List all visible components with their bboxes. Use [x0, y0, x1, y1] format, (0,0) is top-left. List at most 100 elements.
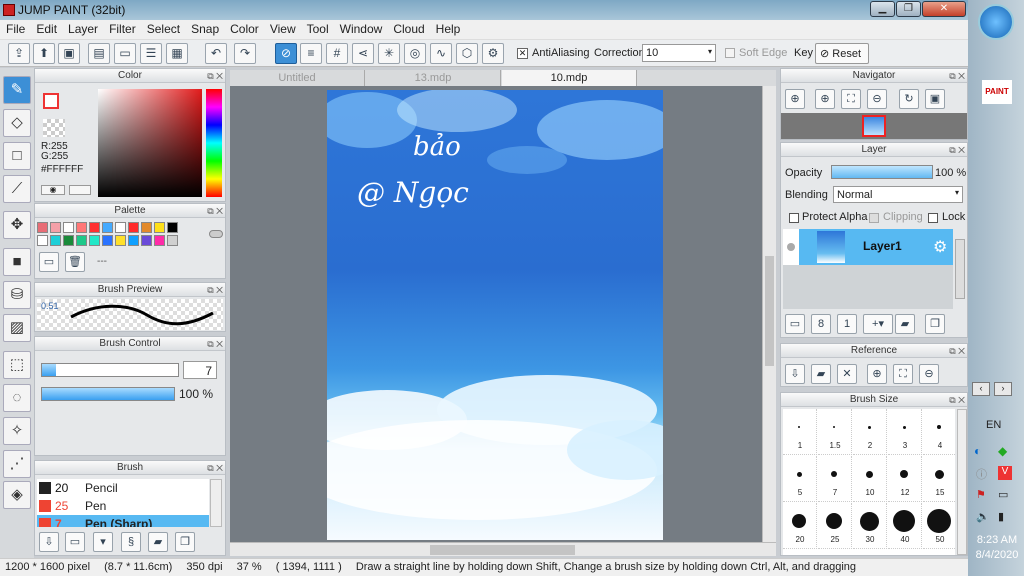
menu-help[interactable]: Help — [430, 20, 466, 36]
select-eraser-icon[interactable]: ◈ — [3, 481, 31, 509]
close-icon[interactable]: ⧉ ✕ — [207, 462, 223, 475]
drawing-canvas[interactable]: bảo @ Ngọc — [327, 90, 663, 540]
document-icon[interactable]: ▭ — [114, 43, 136, 64]
palette-scroll[interactable] — [209, 230, 223, 238]
close-icon[interactable]: ⧉ ✕ — [949, 394, 965, 407]
brush-size-scrollbar[interactable] — [957, 409, 967, 555]
brush-item[interactable]: 25 Pen — [37, 497, 209, 515]
menu-select[interactable]: Select — [141, 20, 185, 36]
brush-size-cell[interactable]: 20 — [783, 503, 817, 549]
palette-swatch[interactable] — [63, 222, 74, 233]
close-icon[interactable]: ⧉ ✕ — [207, 70, 223, 83]
new-1bit-layer-icon[interactable]: 1 — [837, 314, 857, 334]
brush-size-cell[interactable]: 1.5 — [818, 409, 852, 455]
menu-window[interactable]: Window — [334, 20, 388, 36]
saturation-picker[interactable] — [98, 89, 202, 197]
menu-filter[interactable]: Filter — [103, 20, 141, 36]
swap-color-button[interactable] — [69, 185, 91, 195]
close-ref-icon[interactable]: ✕ — [837, 364, 857, 384]
lasso-select-icon[interactable]: ◌ — [3, 384, 31, 412]
start-button[interactable] — [978, 4, 1014, 40]
gear-icon[interactable]: ⚙ — [933, 237, 947, 257]
menu-layer[interactable]: Layer — [62, 20, 103, 36]
flip-icon[interactable]: ▣ — [925, 89, 945, 109]
palette-swatch[interactable] — [89, 235, 100, 246]
palette-swatch[interactable] — [37, 235, 48, 246]
vanish-snap-icon[interactable]: ⋖ — [352, 43, 374, 64]
curve-snap-icon[interactable]: ∿ — [430, 43, 452, 64]
palette-swatch[interactable] — [128, 222, 139, 233]
tray-flag-icon[interactable]: ⚑ — [976, 488, 986, 501]
gradient-tool-icon[interactable]: ▨ — [3, 314, 31, 342]
brush-size-input[interactable]: 7 — [183, 361, 217, 379]
rectangle-tool-icon[interactable]: □ — [3, 142, 31, 170]
clock-time[interactable]: 8:23 AM — [972, 534, 1022, 546]
foreground-color-swatch[interactable] — [43, 93, 59, 109]
reset-button[interactable]: ⊘ Reset — [815, 43, 869, 64]
magic-wand-icon[interactable]: ✧ — [3, 417, 31, 445]
blending-select[interactable]: Normal ▾ — [833, 186, 963, 203]
brush-size-cell[interactable]: 1 — [783, 409, 817, 455]
trash-icon[interactable]: 🗑 — [65, 252, 85, 272]
menu-snap[interactable]: Snap — [185, 20, 224, 36]
brush-size-cell[interactable]: 12 — [888, 456, 922, 502]
ellipse-snap-icon[interactable]: ⬡ — [456, 43, 478, 64]
rect-select-icon[interactable]: ⬚ — [3, 351, 31, 379]
brush-size-cell[interactable]: 5 — [783, 456, 817, 502]
tray-power-icon[interactable]: ▮ — [998, 510, 1004, 523]
palette-swatch[interactable] — [102, 235, 113, 246]
palette-swatch[interactable] — [102, 222, 113, 233]
grid-icon[interactable]: ▦ — [166, 43, 188, 64]
palette-swatch[interactable] — [50, 235, 61, 246]
eye-icon[interactable]: ◉ — [41, 185, 65, 195]
brush-tool-icon[interactable]: ✎ — [3, 76, 31, 104]
clock-date[interactable]: 8/4/2020 — [972, 549, 1022, 561]
undo-icon[interactable]: ↶ — [205, 43, 227, 64]
palette-swatch[interactable] — [115, 235, 126, 246]
line-tool-icon[interactable]: ⟋ — [3, 175, 31, 203]
tab-10[interactable]: 10.mdp — [502, 70, 637, 86]
circle-snap-icon[interactable]: ◎ — [404, 43, 426, 64]
brush-settings-icon[interactable]: § — [121, 532, 141, 552]
tab-13[interactable]: 13.mdp — [366, 70, 501, 86]
select-pen-icon[interactable]: ⋰ — [3, 450, 31, 478]
fill-rect-tool-icon[interactable]: ■ — [3, 248, 31, 276]
parallel-snap-icon[interactable]: ≡ — [300, 43, 322, 64]
maximize-button[interactable]: ❐ — [896, 1, 921, 17]
brush-size-cell[interactable]: 15 — [923, 456, 955, 502]
duplicate-layer-icon[interactable]: ❐ — [925, 314, 945, 334]
jump-paint-task-icon[interactable]: PAINT — [982, 80, 1012, 104]
brush-opacity-slider[interactable] — [41, 387, 175, 401]
brush-menu-icon[interactable]: ▾ — [93, 532, 113, 552]
navigator-preview[interactable] — [781, 113, 967, 139]
move-tool-icon[interactable]: ✥ — [3, 211, 31, 239]
menu-edit[interactable]: Edit — [30, 20, 62, 36]
brush-size-slider[interactable] — [41, 363, 179, 377]
comment-icon[interactable]: ▤ — [88, 43, 110, 64]
palette-swatch[interactable] — [141, 235, 152, 246]
close-icon[interactable]: ⧉ ✕ — [949, 70, 965, 83]
language-indicator[interactable]: EN — [986, 419, 1001, 431]
close-icon[interactable]: ⧉ ✕ — [207, 284, 223, 297]
palette-swatch[interactable] — [167, 222, 178, 233]
menu-cloud[interactable]: Cloud — [387, 20, 429, 36]
brush-size-cell[interactable]: 25 — [818, 503, 852, 549]
radial-snap-icon[interactable]: ✳ — [378, 43, 400, 64]
palette-swatch[interactable] — [154, 235, 165, 246]
new-brush-icon[interactable]: ▭ — [65, 532, 85, 552]
close-icon[interactable]: ⧉ ✕ — [207, 205, 223, 218]
ref-fit-icon[interactable]: ⛶ — [893, 364, 913, 384]
palette-swatch[interactable] — [76, 235, 87, 246]
transparent-swatch[interactable] — [43, 119, 65, 137]
palette-swatch[interactable] — [115, 222, 126, 233]
new-8bit-layer-icon[interactable]: 8 — [811, 314, 831, 334]
new-layer-icon[interactable]: ▭ — [785, 314, 805, 334]
tray-v-icon[interactable]: V — [998, 466, 1012, 480]
layer-folder-icon[interactable]: ▰ — [895, 314, 915, 334]
brush-item[interactable]: 20 Pencil — [37, 479, 209, 497]
brush-size-cell[interactable]: 10 — [853, 456, 887, 502]
brush-size-cell[interactable]: 30 — [853, 503, 887, 549]
layer-scrollbar[interactable] — [955, 239, 965, 299]
scroll-left-button[interactable]: ‹ — [972, 382, 990, 396]
palette-swatch[interactable] — [154, 222, 165, 233]
